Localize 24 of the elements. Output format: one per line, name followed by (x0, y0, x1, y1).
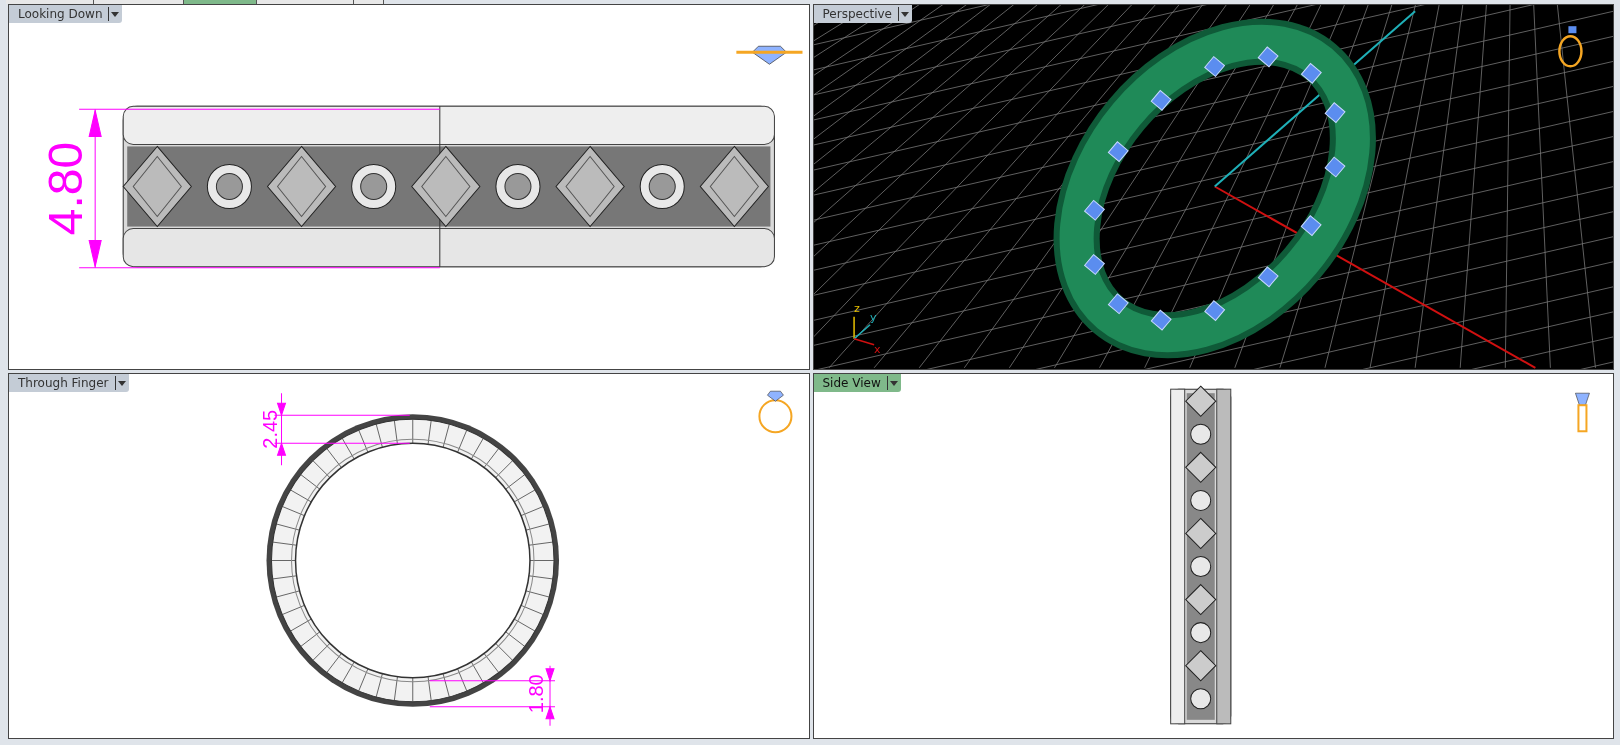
ring-icon (1574, 392, 1590, 433)
axis-label: x (873, 342, 881, 356)
viewport[interactable]: Through Finger 2.45 1.80 (8, 373, 810, 739)
gem-icon (736, 45, 803, 65)
viewport-tab[interactable]: Looking Down (9, 5, 123, 23)
dimension-label: 2.45 (258, 409, 281, 449)
viewport-tab[interactable]: Side View (813, 374, 901, 392)
dimension-label: 1.80 (525, 674, 548, 714)
axis-label: y (869, 310, 877, 324)
axis-icon (852, 316, 875, 346)
dimension-label: 4.80 (37, 141, 92, 236)
caret-icon[interactable] (898, 7, 909, 21)
axis-label: z (853, 301, 860, 315)
ring-icon (758, 390, 793, 434)
caret-icon[interactable] (886, 376, 898, 390)
viewport[interactable]: Looking Down 4.80 (8, 4, 810, 370)
tab[interactable] (354, 0, 384, 4)
viewport-tab[interactable]: Perspective (813, 5, 912, 23)
ring-icon (1557, 26, 1583, 68)
caret-icon[interactable] (108, 7, 120, 21)
viewport-tab[interactable]: Through Finger (9, 374, 129, 392)
caret-icon[interactable] (114, 376, 126, 390)
viewport[interactable]: Side View (812, 373, 1614, 739)
viewport[interactable]: Perspective z y x (812, 4, 1614, 370)
